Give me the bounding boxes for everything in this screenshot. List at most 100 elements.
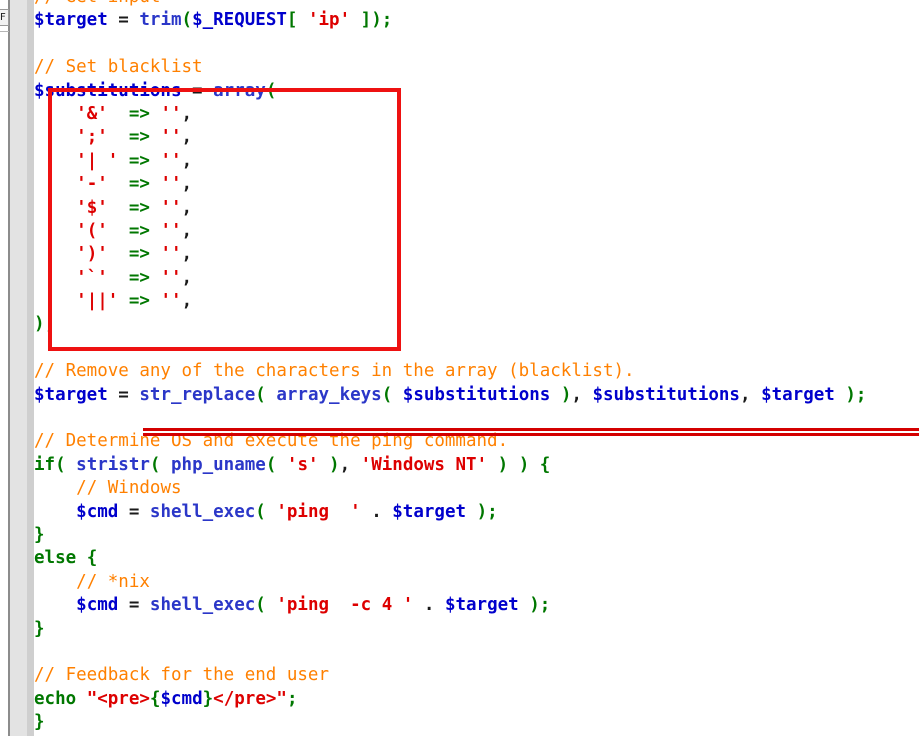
code-token-ind [34,478,76,498]
code-token-op: , [339,454,361,475]
code-token-ind [34,198,76,218]
code-token-str: 's' [286,454,319,475]
code-token-var: $_REQUEST [192,10,287,31]
code-token-pn: ; [286,688,298,709]
code-token-str: '$' [76,197,108,218]
code-line: if( stristr( php_uname( 's' ), 'Windows … [34,454,866,477]
code-token-fn: php_uname [171,454,266,475]
code-line: } [34,524,866,547]
code-token-op: = [107,10,140,31]
code-token-op [150,268,161,288]
code-token-op [108,268,129,288]
code-token-str: ';' [76,127,108,148]
code-pane[interactable]: // Get input$target = trim($_REQUEST[ 'i… [34,0,919,736]
code-line: echo "<pre>{$cmd}</pre>"; [34,688,866,711]
code-token-arr: => [128,127,150,148]
code-token-op: , [181,244,193,265]
code-line: '-' => '', [34,173,866,196]
code-line: } [34,618,866,641]
code-token-var: $target [34,384,108,405]
code-token-ind [34,502,76,522]
vertical-scrollbar-track[interactable] [10,0,27,736]
code-line: ')' => '', [34,243,866,266]
code-line: // Windows [34,477,866,500]
code-token-op [150,104,161,124]
code-token-htm: "<pre> [86,688,150,709]
code-token-str: 'Windows NT' [360,454,488,475]
code-token-op: , [181,103,193,124]
code-token-str: '' [160,174,182,195]
code-token-fn: shell_exec [149,595,256,616]
code-token-op [118,291,129,311]
code-token-fn: shell_exec [149,501,256,522]
code-token-ind [34,244,76,264]
code-token-str: 'ping -c 4 ' [276,595,414,616]
code-token-ind [34,104,76,124]
code-token-arr: => [128,267,150,288]
code-token-op [108,198,129,218]
code-token-pn: ) [550,384,572,405]
code-token-fn: trim [139,10,182,31]
code-token-var: $cmd [76,595,119,616]
code-token-pn: ); [834,384,867,405]
code-token-op: , [181,174,193,195]
code-token-arr: => [128,174,150,195]
code-token-arr: => [128,150,150,171]
code-line: } [34,711,866,734]
code-token-pn: } [34,618,45,639]
code-token-pn: ( [381,384,403,405]
code-token-op [150,198,161,218]
code-line: // Feedback for the end user [34,664,866,687]
left-gutter: F [0,0,34,736]
code-token-op [150,174,161,194]
code-line: $target = trim($_REQUEST[ 'ip' ]); [34,9,866,32]
code-token-var: $target [761,384,835,405]
code-token-ind [34,595,76,615]
code-token-cm: // Windows [76,478,182,499]
code-token-arr: => [128,220,150,241]
code-token-op: , [181,291,193,312]
code-token-op: , [181,267,193,288]
code-token-pn: ); [371,10,393,31]
code-token-op [150,221,161,241]
code-token-pn: ( [149,454,171,475]
code-token-pn: ( [55,454,77,475]
code-token-kw: echo [34,688,77,709]
code-token-ind [34,572,76,592]
code-line: '`' => '', [34,267,866,290]
code-token-cm: // Set blacklist [34,57,203,78]
code-token-arr: => [128,291,150,312]
code-token-pn: ); [518,595,551,616]
code-token-op [150,127,161,147]
code-token-ind [34,221,76,241]
code-token-op [118,151,129,171]
code-token-str: '&' [76,103,108,124]
code-token-op [76,689,87,709]
code-token-op [108,244,129,264]
code-token-op: . [360,501,393,522]
code-token-op: = [107,384,140,405]
code-line: ); [34,313,866,336]
code-token-var: $target [34,10,108,31]
code-token-cm: // Feedback for the end user [34,665,330,686]
code-line: // Remove any of the characters in the a… [34,360,866,383]
code-token-op: . [413,595,445,616]
code-line: else { [34,547,866,570]
code-token-pn: { [76,548,98,569]
code-token-pn: ); [466,501,498,522]
code-token-str: '| ' [76,150,119,171]
code-token-str: '||' [76,291,119,312]
code-token-var: $substitutions [592,384,740,405]
code-line: // Determine OS and execute the ping com… [34,430,866,453]
code-token-op: , [181,150,193,171]
code-token-str: '-' [76,174,108,195]
php-code-listing[interactable]: // Get input$target = trim($_REQUEST[ 'i… [34,0,866,735]
code-token-op: , [181,197,193,218]
code-line: // Set blacklist [34,56,866,79]
code-token-str: 'ping ' [276,501,361,522]
code-token-brk: [ [286,10,308,31]
code-line: $substitutions = array( [34,80,866,103]
scrollbar-track-edge [27,0,34,736]
